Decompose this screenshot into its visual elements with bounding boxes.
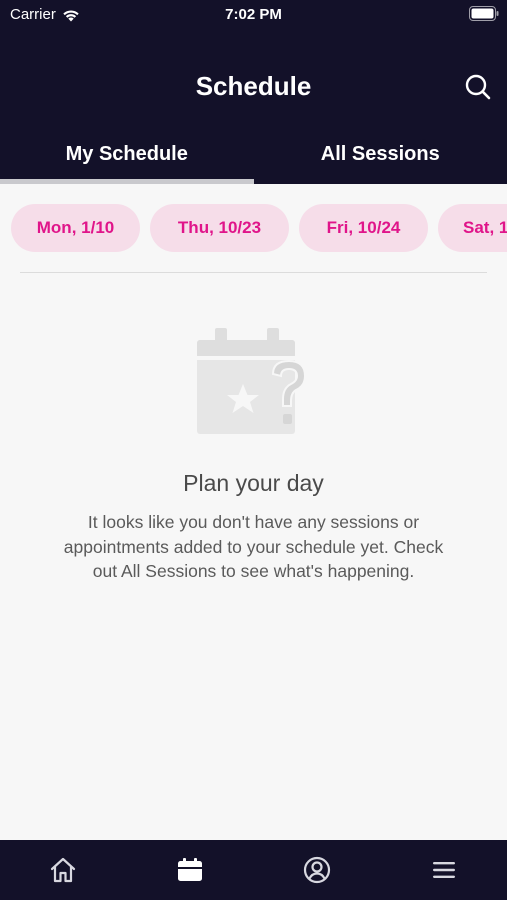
date-chip[interactable]: Thu, 10/23: [150, 204, 289, 252]
calendar-question-icon: [197, 328, 307, 434]
date-divider: [20, 272, 487, 273]
empty-state-title: Plan your day: [183, 470, 324, 496]
search-icon: [465, 74, 491, 100]
menu-icon: [432, 862, 455, 878]
date-chip-label: Sat, 1: [463, 218, 507, 237]
tabbar-schedule[interactable]: [127, 840, 254, 900]
battery-icon: [469, 6, 499, 21]
tab-my-schedule[interactable]: My Schedule: [0, 130, 254, 184]
home-icon: [51, 857, 76, 883]
date-chip-label: Mon, 1/10: [36, 218, 115, 237]
calendar-icon: [178, 858, 203, 881]
tab-all-sessions[interactable]: All Sessions: [254, 130, 507, 184]
date-chip-label: Fri, 10/24: [326, 218, 401, 237]
tabbar-profile[interactable]: [254, 840, 381, 900]
tab-my-schedule-label: My Schedule: [65, 142, 188, 165]
date-chip[interactable]: Mon, 1/10: [11, 204, 140, 252]
app-header: Schedule: [0, 30, 507, 130]
empty-state-message: It looks like you don't have any session…: [63, 512, 444, 581]
schedule-tabs: My Schedule All Sessions: [0, 130, 507, 184]
status-time: 7:02 PM: [225, 6, 282, 23]
bottom-tab-bar: [0, 840, 507, 900]
tabbar-menu[interactable]: [380, 840, 507, 900]
schedule-screen: Carrier 7:02 PM Schedule My Schedule All…: [0, 0, 507, 900]
date-selector[interactable]: Mon, 1/10 Thu, 10/23 Fri, 10/24 Sat, 1: [0, 184, 507, 272]
page-title: Schedule: [195, 71, 312, 101]
date-chip-label: Thu, 10/23: [177, 218, 262, 237]
profile-icon: [303, 856, 330, 884]
tabbar-home[interactable]: [0, 840, 127, 900]
tab-all-sessions-label: All Sessions: [320, 142, 440, 165]
search-button[interactable]: [463, 72, 493, 102]
date-chip[interactable]: Sat, 1: [438, 204, 507, 252]
status-bar: Carrier 7:02 PM: [0, 0, 507, 30]
date-chip[interactable]: Fri, 10/24: [299, 204, 428, 252]
